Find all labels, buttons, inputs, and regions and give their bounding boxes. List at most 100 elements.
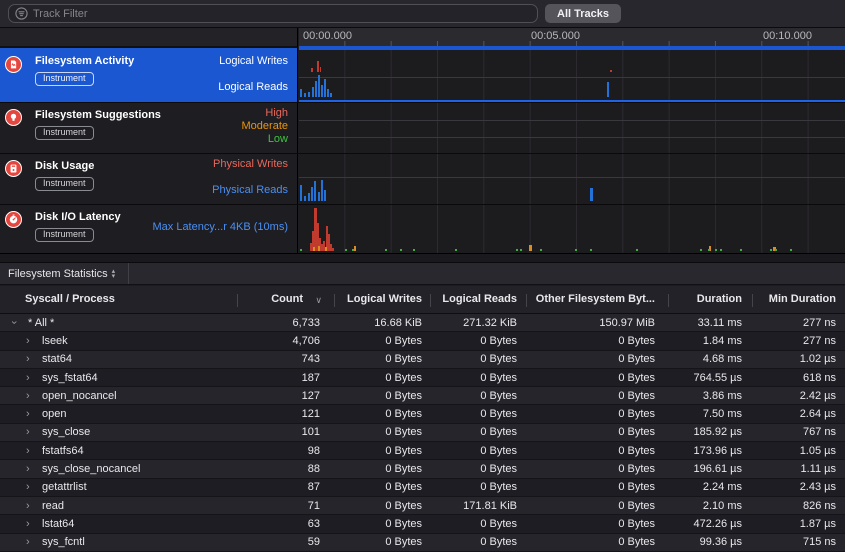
table-row[interactable]: ›lstat64630 Bytes0 Bytes0 Bytes472.26 µs… [0,515,845,533]
disclosure-collapsed-icon[interactable]: › [26,390,30,402]
cell-logical-writes: 16.68 KiB [374,317,422,329]
chart-spike [314,181,316,201]
track-chart-gauge[interactable] [299,205,845,255]
disclosure-expanded-icon[interactable]: › [8,320,20,324]
detail-view-selector[interactable]: Filesystem Statistics ▴▾ [0,263,115,284]
cell-syscall-name: sys_close [42,426,90,438]
cell-duration: 1.84 ms [703,335,742,347]
table-row[interactable]: ›open1210 Bytes0 Bytes0 Bytes7.50 ms2.64… [0,405,845,423]
chart-spike [775,249,777,251]
disclosure-collapsed-icon[interactable]: › [26,481,30,493]
cell-min-duration: 767 ns [803,426,836,438]
column-header-6[interactable]: Min Duration [769,293,836,305]
cell-duration: 185.92 µs [693,426,742,438]
track-row-disk[interactable]: Disk UsageInstrumentPhysical WritesPhysi… [0,154,845,205]
table-row[interactable]: ›sys_close1010 Bytes0 Bytes0 Bytes185.92… [0,424,845,442]
column-header-5[interactable]: Duration [697,293,742,305]
table-row[interactable]: ›sys_close_nocancel880 Bytes0 Bytes0 Byt… [0,460,845,478]
chart-spike [300,185,302,201]
ruler-corner [0,28,298,48]
track-row-filesystem-activity[interactable]: Filesystem ActivityInstrumentLogical Wri… [0,48,845,103]
filter-icon [15,7,28,20]
cell-duration: 3.86 ms [703,390,742,402]
chart-spike [321,85,323,97]
track-sidebar-filesystem-activity[interactable]: Filesystem ActivityInstrumentLogical Wri… [0,48,298,102]
track-row-lightbulb[interactable]: Filesystem SuggestionsInstrumentHighMode… [0,103,845,154]
table-row[interactable]: ›sys_fstat641870 Bytes0 Bytes0 Bytes764.… [0,369,845,387]
cell-logical-writes: 0 Bytes [385,445,422,457]
cell-syscall-name: read [42,500,64,512]
cell-other-bytes: 0 Bytes [618,426,655,438]
gauge-icon [5,211,22,228]
table-row[interactable]: ›read710 Bytes171.81 KiB0 Bytes2.10 ms82… [0,497,845,515]
disclosure-collapsed-icon[interactable]: › [26,536,30,548]
cell-logical-writes: 0 Bytes [385,390,422,402]
header-divider [128,263,129,284]
disclosure-collapsed-icon[interactable]: › [26,372,30,384]
table-row[interactable]: ›getattrlist870 Bytes0 Bytes0 Bytes2.24 … [0,479,845,497]
column-header-4[interactable]: Other Filesystem Byt... [536,293,655,305]
column-header-1[interactable]: Count [271,293,303,305]
track-sidebar-disk[interactable]: Disk UsageInstrumentPhysical WritesPhysi… [0,154,298,204]
track-row-gauge[interactable]: Disk I/O LatencyInstrumentMax Latency...… [0,205,845,256]
chart-spike [321,180,323,201]
track-chart-disk[interactable] [299,154,845,204]
disclosure-collapsed-icon[interactable]: › [26,518,30,530]
cell-count: 4,706 [292,335,320,347]
track-sidebar-lightbulb[interactable]: Filesystem SuggestionsInstrumentHighMode… [0,103,298,153]
cell-logical-reads: 0 Bytes [480,408,517,420]
table-row[interactable]: ›* All *6,73316.68 KiB271.32 KiB150.97 M… [0,314,845,332]
table-row[interactable]: ›open_nocancel1270 Bytes0 Bytes0 Bytes3.… [0,387,845,405]
cell-logical-writes: 0 Bytes [385,463,422,475]
cell-count: 127 [302,390,320,402]
disclosure-collapsed-icon[interactable]: › [26,353,30,365]
cell-other-bytes: 0 Bytes [618,500,655,512]
track-chart-lightbulb[interactable] [299,103,845,153]
cell-logical-writes: 0 Bytes [385,408,422,420]
track-filter-input[interactable] [33,8,531,20]
disclosure-collapsed-icon[interactable]: › [26,463,30,475]
cell-syscall-name: sys_fstat64 [42,372,98,384]
track-filter-field[interactable] [8,4,538,23]
cell-count: 187 [302,372,320,384]
chart-spike [304,196,306,201]
disclosure-collapsed-icon[interactable]: › [26,500,30,512]
track-title: Filesystem Suggestions [35,109,161,121]
chart-spike [320,67,321,72]
table-row[interactable]: ›fstatfs64980 Bytes0 Bytes0 Bytes173.96 … [0,442,845,460]
cell-logical-reads: 271.32 KiB [463,317,517,329]
chart-spike [575,249,577,251]
instrument-badge: Instrument [35,72,94,86]
table-row[interactable]: ›lseek4,7060 Bytes0 Bytes0 Bytes1.84 ms2… [0,332,845,350]
cell-syscall-name: stat64 [42,353,72,365]
chart-spike [413,249,415,251]
disclosure-collapsed-icon[interactable]: › [26,335,30,347]
chart-spike [708,249,710,251]
column-header-3[interactable]: Logical Reads [442,293,517,305]
chart-spike [516,249,518,251]
timeline-ruler[interactable]: 00:00.00000:05.00000:10.000 [299,28,845,48]
pane-splitter[interactable] [0,253,845,262]
chart-spike [330,93,332,97]
column-divider [668,294,669,307]
filesystem-activity-icon [5,56,22,73]
chart-spike [529,245,532,251]
disclosure-collapsed-icon[interactable]: › [26,426,30,438]
cell-logical-reads: 0 Bytes [480,536,517,548]
updown-chevron-icon: ▴▾ [112,269,116,279]
table-row[interactable]: ›stat647430 Bytes0 Bytes0 Bytes4.68 ms1.… [0,351,845,369]
chart-spike [311,68,313,72]
track-sidebar-gauge[interactable]: Disk I/O LatencyInstrumentMax Latency...… [0,205,298,255]
table-row[interactable]: ›sys_fcntl590 Bytes0 Bytes0 Bytes99.36 µ… [0,534,845,552]
cell-duration: 33.11 ms [698,317,742,329]
cell-count: 121 [302,408,320,420]
column-header-0[interactable]: Syscall / Process [25,293,115,305]
chart-spike [318,75,320,97]
disclosure-collapsed-icon[interactable]: › [26,408,30,420]
track-chart-filesystem-activity[interactable] [299,48,845,102]
all-tracks-button[interactable]: All Tracks [545,4,621,23]
disclosure-collapsed-icon[interactable]: › [26,445,30,457]
column-header-2[interactable]: Logical Writes [347,293,422,305]
chart-spike [324,79,326,97]
chart-spike [352,249,354,251]
